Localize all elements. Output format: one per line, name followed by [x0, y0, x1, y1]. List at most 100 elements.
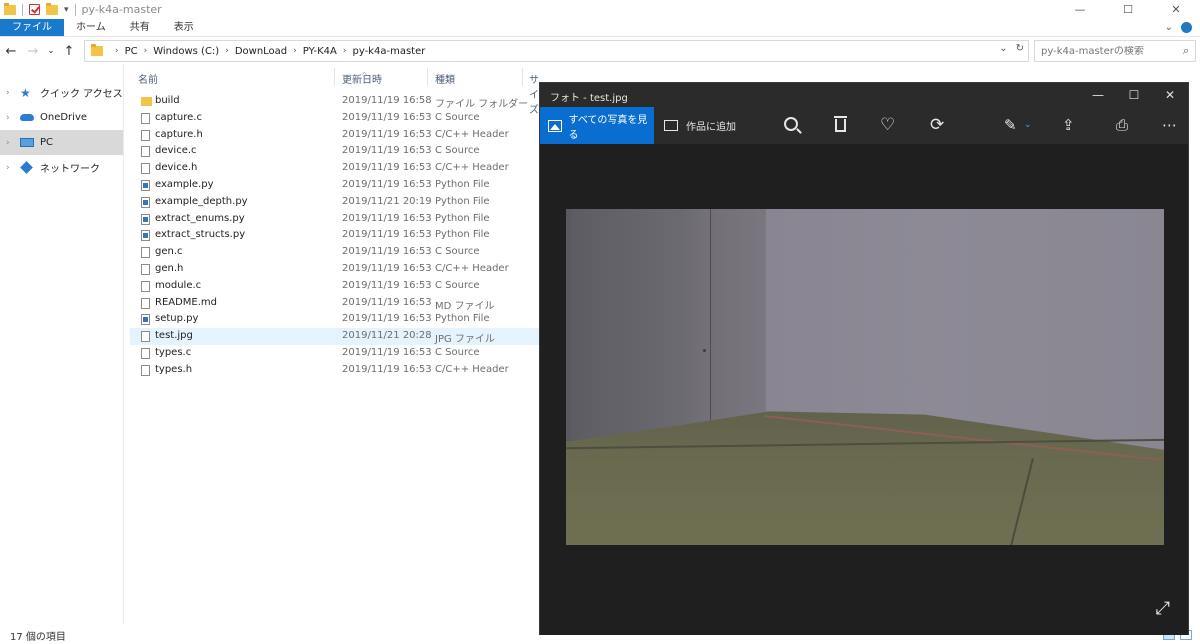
file-row[interactable]: module.c 2019/11/19 16:53 C Source [130, 278, 540, 295]
column-header-name[interactable]: 名前 [138, 71, 158, 86]
file-icon [141, 247, 150, 259]
nav-item-label: OneDrive [40, 112, 88, 123]
maximize-button[interactable]: ☐ [1116, 83, 1152, 107]
quick-access-toolbar: ▾ [0, 0, 76, 19]
edit-icon[interactable]: ✎ [1004, 116, 1017, 134]
close-button[interactable]: ✕ [1152, 83, 1188, 107]
folder-icon [4, 2, 16, 15]
file-date: 2019/11/21 20:19 [342, 195, 432, 207]
file-row[interactable]: types.c 2019/11/19 16:53 C Source [130, 345, 540, 362]
file-row[interactable]: README.md 2019/11/19 16:53 MD ファイル [130, 295, 540, 312]
pc-icon [20, 138, 34, 147]
more-icon[interactable]: ⋯ [1162, 116, 1177, 134]
file-row[interactable]: gen.h 2019/11/19 16:53 C/C++ Header [130, 261, 540, 278]
file-row[interactable]: capture.h 2019/11/19 16:53 C/C++ Header [130, 127, 540, 144]
column-divider[interactable] [427, 68, 428, 86]
tab-share[interactable]: 共有 [118, 19, 162, 36]
window-title: py-k4a-master [81, 3, 162, 16]
new-folder-icon[interactable] [46, 2, 58, 15]
search-box[interactable]: ⌕ [1034, 40, 1196, 62]
customize-dropdown-icon[interactable]: ▾ [64, 5, 69, 15]
minimize-button[interactable]: — [1056, 0, 1104, 19]
chevron-down-icon[interactable]: ⌄ [1024, 116, 1032, 134]
file-row[interactable]: extract_enums.py 2019/11/19 16:53 Python F… [130, 211, 540, 228]
file-row[interactable]: setup.py 2019/11/19 16:53 Python File [130, 311, 540, 328]
see-all-photos-label: すべての写真を見る [568, 114, 648, 141]
up-button[interactable]: ↑ [58, 44, 80, 59]
file-name: gen.h [155, 262, 184, 274]
nav-item-network[interactable]: › ネットワーク [0, 155, 123, 180]
tab-file[interactable]: ファイル [0, 19, 64, 36]
recent-locations-icon[interactable]: ⌄ [44, 46, 58, 56]
heart-icon[interactable]: ♡ [880, 116, 895, 134]
item-count: 17 個の項目 [10, 632, 66, 643]
separator [74, 3, 76, 16]
search-input[interactable] [1041, 45, 1171, 57]
breadcrumb-drive[interactable]: Windows (C:) [153, 46, 219, 57]
file-date: 2019/11/19 16:53 [342, 279, 432, 291]
address-bar[interactable]: › PC › Windows (C:) › DownLoad › PY-K4A … [84, 40, 1029, 62]
chevron-right-icon[interactable]: › [6, 138, 20, 148]
star-icon: ★ [20, 85, 31, 100]
column-header-type[interactable]: 種類 [435, 71, 455, 86]
file-row[interactable]: test.jpg 2019/11/21 20:28 JPG ファイル [130, 328, 540, 345]
column-header-date[interactable]: 更新日時 [342, 71, 382, 86]
expand-icon[interactable]: ⤢ [1156, 598, 1170, 619]
see-all-photos-button[interactable]: すべての写真を見る [540, 107, 654, 144]
file-date: 2019/11/19 16:53 [342, 111, 432, 123]
back-button[interactable]: ← [0, 44, 22, 59]
chevron-right-icon[interactable]: › [6, 113, 20, 123]
file-row[interactable]: build 2019/11/19 16:58 ファイル フォルダー [130, 93, 540, 110]
nav-item-onedrive[interactable]: › OneDrive [0, 105, 123, 130]
zoom-icon[interactable] [784, 117, 798, 131]
file-row[interactable]: gen.c 2019/11/19 16:53 C Source [130, 244, 540, 261]
file-type: C/C++ Header [435, 262, 509, 274]
refresh-icon[interactable]: ↻ [1016, 43, 1024, 54]
file-type: C/C++ Header [435, 128, 509, 140]
photo-image[interactable] [566, 209, 1164, 545]
file-row[interactable]: types.h 2019/11/19 16:53 C/C++ Header [130, 362, 540, 379]
column-divider[interactable] [522, 68, 523, 86]
properties-icon[interactable] [29, 4, 40, 15]
address-dropdown-icon[interactable]: ⌄ [999, 43, 1007, 54]
forward-button[interactable]: → [22, 44, 44, 59]
file-list: build 2019/11/19 16:58 ファイル フォルダー capture.c… [130, 93, 540, 379]
file-row[interactable]: device.h 2019/11/19 16:53 C/C++ Header [130, 160, 540, 177]
file-name: gen.c [155, 246, 183, 258]
nav-item-quick-access[interactable]: › ★ クイック アクセス [0, 80, 123, 105]
nav-item-label: ネットワーク [40, 164, 100, 175]
column-divider[interactable] [334, 68, 335, 86]
breadcrumb-download[interactable]: DownLoad [235, 46, 287, 57]
close-button[interactable]: ✕ [1152, 0, 1200, 19]
ribbon-tabs: ファイル ホーム 共有 表示 ⌄ ? [0, 19, 1200, 37]
file-row[interactable]: capture.c 2019/11/19 16:53 C Source [130, 110, 540, 127]
file-row[interactable]: example.py 2019/11/19 16:53 Python File [130, 177, 540, 194]
file-type: C Source [435, 279, 480, 291]
chevron-right-icon[interactable]: › [6, 163, 20, 173]
photos-toolbar: すべての写真を見る 作品に追加 ♡ ⟳ ✎ ⌄ ⇪ ⎙ ⋯ [540, 107, 1188, 144]
breadcrumb-py-k4a[interactable]: PY-K4A [303, 46, 337, 57]
file-row[interactable]: device.c 2019/11/19 16:53 C Source [130, 143, 540, 160]
search-icon[interactable]: ⌕ [1183, 44, 1189, 58]
share-icon[interactable]: ⇪ [1062, 116, 1075, 134]
nav-item-pc[interactable]: › PC [0, 130, 123, 155]
tab-view[interactable]: 表示 [162, 19, 206, 36]
delete-icon[interactable] [834, 116, 847, 132]
file-row[interactable]: example_depth.py 2019/11/21 20:19 Python F… [130, 194, 540, 211]
photo-viewer-canvas[interactable]: ⤢ [540, 144, 1188, 635]
add-to-creation-button[interactable]: 作品に追加 [664, 107, 736, 144]
file-name: capture.c [155, 111, 202, 123]
rotate-icon[interactable]: ⟳ [930, 116, 944, 134]
chevron-right-icon[interactable]: › [6, 88, 20, 98]
breadcrumb-pc[interactable]: PC [125, 46, 138, 57]
ribbon-right: ⌄ ? [1165, 19, 1200, 36]
print-icon[interactable]: ⎙ [1116, 116, 1128, 134]
photos-app-window: フォト - test.jpg — ☐ ✕ すべての写真を見る 作品に追加 ♡ ⟳… [539, 82, 1189, 635]
maximize-button[interactable]: ☐ [1104, 0, 1152, 19]
minimize-button[interactable]: — [1080, 83, 1116, 107]
tab-home[interactable]: ホーム [64, 19, 118, 36]
file-row[interactable]: extract_structs.py 2019/11/19 16:53 Python… [130, 227, 540, 244]
expand-ribbon-icon[interactable]: ⌄ [1165, 22, 1173, 33]
help-icon[interactable]: ? [1181, 22, 1192, 33]
breadcrumb-py-k4a-master[interactable]: py-k4a-master [352, 46, 425, 57]
